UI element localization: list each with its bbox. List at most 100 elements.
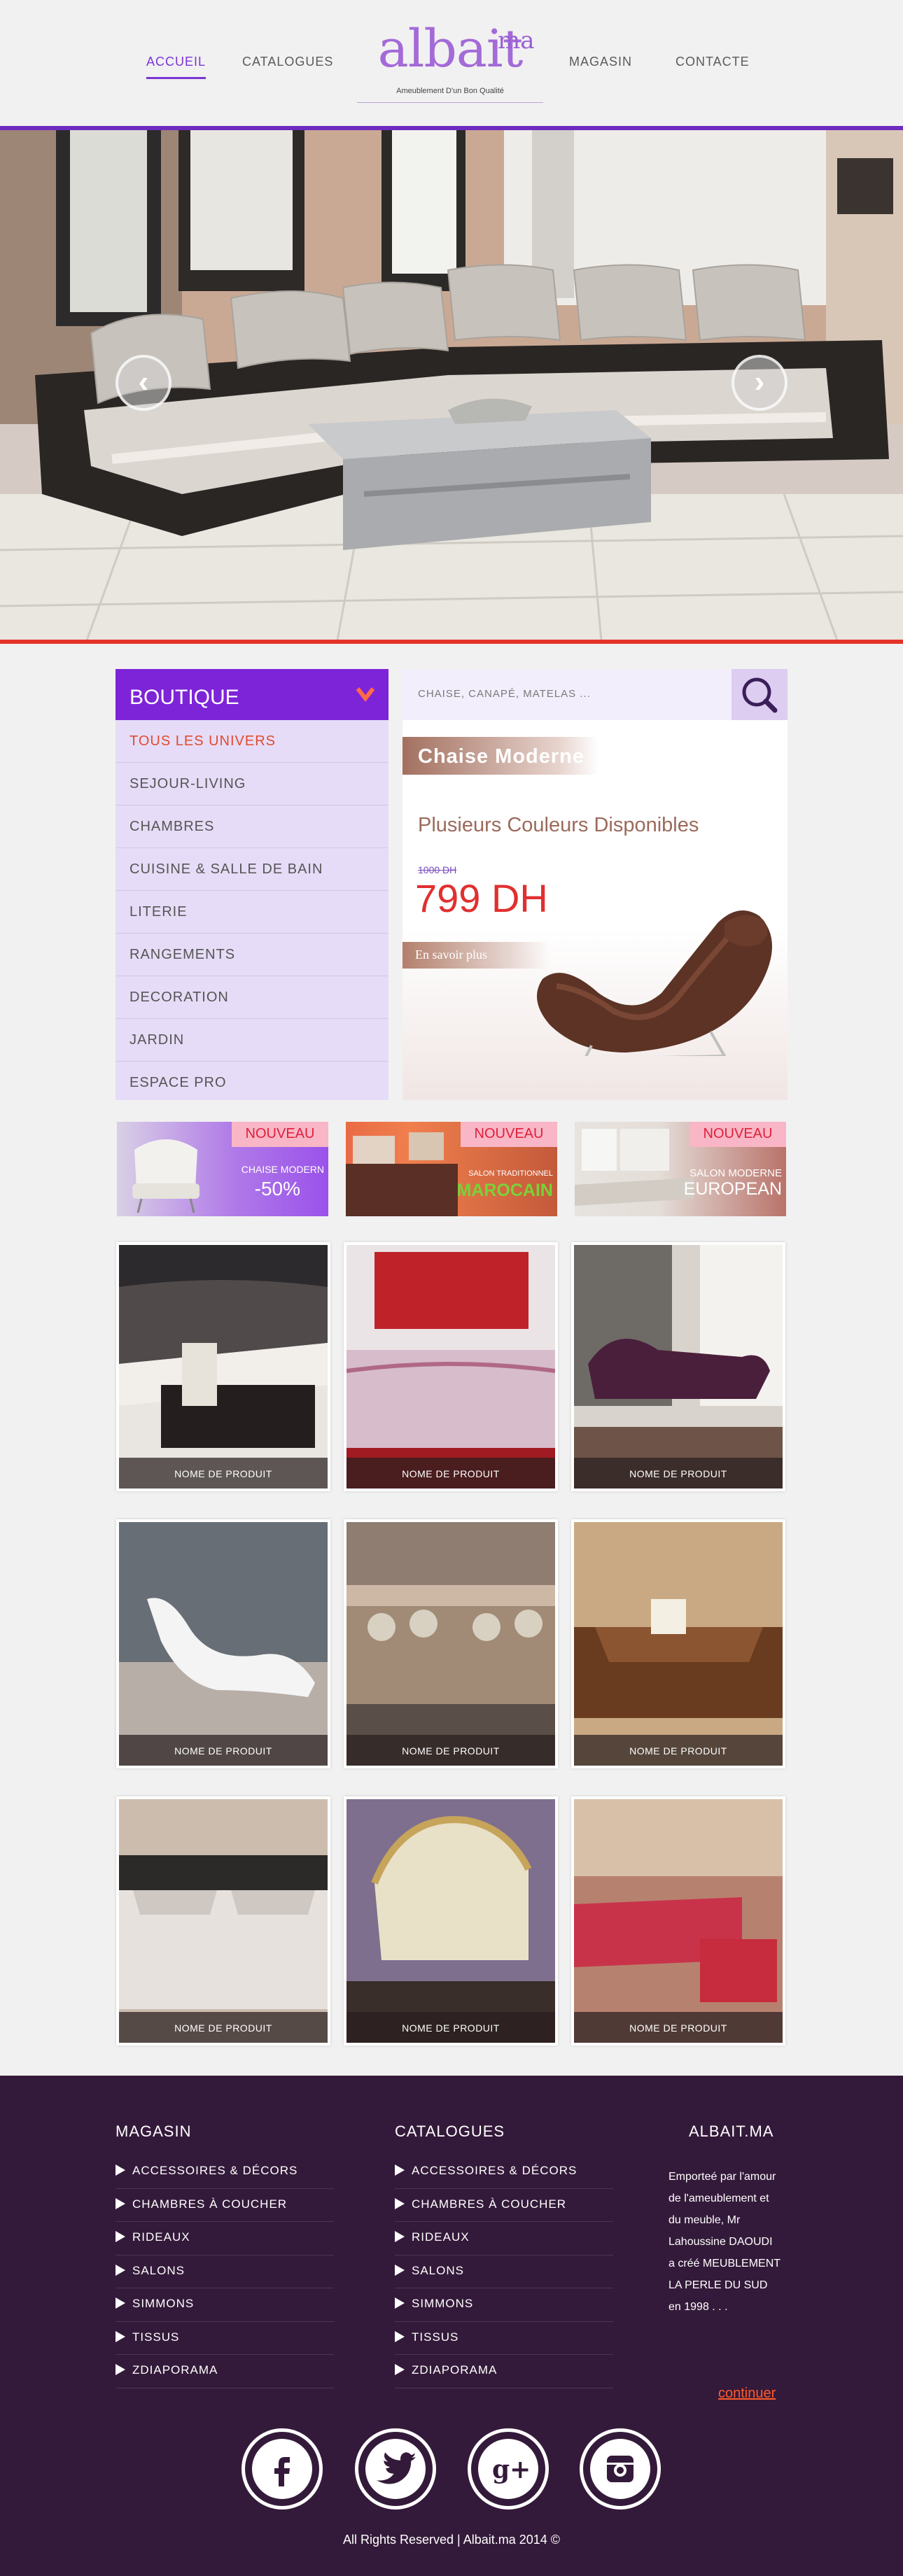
logo-underline bbox=[357, 102, 543, 103]
search-input[interactable]: CHAISE, CANAPÉ, MATELAS ... bbox=[418, 688, 591, 700]
copyright: All Rights Reserved | Albait.ma 2014 © bbox=[342, 2533, 561, 2547]
boutique-item-espace-pro[interactable]: ESPACE PRO bbox=[115, 1062, 388, 1104]
footer-link[interactable]: RIDEAUX bbox=[395, 2222, 613, 2255]
product-name: NOME DE PRODUIT bbox=[574, 1458, 783, 1488]
banner-salon-marocain[interactable]: NOUVEAU SALON TRADITIONNEL MAROCAIN bbox=[346, 1122, 557, 1216]
banner-line1: CHAISE MODERN bbox=[241, 1164, 324, 1175]
arrow-right-icon bbox=[115, 2197, 125, 2209]
hero-slider: ‹ › bbox=[0, 126, 903, 644]
boutique-item-tous-les-univers[interactable]: TOUS LES UNIVERS bbox=[115, 720, 388, 763]
product-image bbox=[574, 1522, 783, 1766]
banner-chaise-modern[interactable]: NOUVEAU CHAISE MODERN -50% bbox=[117, 1122, 328, 1216]
promo-subtitle: Plusieurs Couleurs Disponibles bbox=[418, 814, 699, 836]
arrow-right-icon bbox=[395, 2231, 405, 2242]
product-card[interactable]: NOME DE PRODUIT bbox=[344, 1519, 558, 1768]
continue-link[interactable]: continuer bbox=[718, 2383, 776, 2405]
product-name: NOME DE PRODUIT bbox=[119, 2012, 328, 2043]
nav-contacte[interactable]: CONTACTE bbox=[676, 55, 750, 69]
promo-title: Chaise Moderne bbox=[418, 745, 584, 768]
arrow-right-icon: › bbox=[754, 365, 765, 399]
footer-magasin-title: MAGASIN bbox=[115, 2123, 192, 2140]
product-card[interactable]: NOME DE PRODUIT bbox=[571, 1796, 785, 2046]
product-card[interactable]: NOME DE PRODUIT bbox=[571, 1242, 785, 1491]
boutique-item-jardin[interactable]: JARDIN bbox=[115, 1019, 388, 1062]
new-badge: NOUVEAU bbox=[461, 1122, 557, 1147]
about-text: Emporteé par l'amour de l'ameublement et… bbox=[668, 2171, 780, 2313]
footer-link[interactable]: ZDIAPORAMA bbox=[395, 2355, 613, 2388]
boutique-menu: BOUTIQUE TOUS LES UNIVERS SEJOUR-LIVING … bbox=[115, 669, 388, 1100]
new-badge: NOUVEAU bbox=[690, 1122, 786, 1147]
footer-albait-title: ALBAIT.MA bbox=[689, 2123, 774, 2140]
product-card[interactable]: NOME DE PRODUIT bbox=[571, 1519, 785, 1768]
nav-accueil[interactable]: ACCUEIL bbox=[146, 55, 206, 79]
product-name: NOME DE PRODUIT bbox=[119, 1735, 328, 1766]
instagram-button[interactable] bbox=[580, 2428, 661, 2510]
arrow-right-icon bbox=[395, 2330, 405, 2342]
promo-banner[interactable]: Chaise Moderne Plusieurs Couleurs Dispon… bbox=[402, 720, 788, 1100]
product-image bbox=[574, 1245, 783, 1488]
product-card[interactable]: NOME DE PRODUIT bbox=[344, 1796, 558, 2046]
footer-catalogues-title: CATALOGUES bbox=[395, 2123, 505, 2140]
product-card[interactable]: NOME DE PRODUIT bbox=[116, 1519, 330, 1768]
footer-catalogues-links: ACCESSOIRES & DÉCORS CHAMBRES À COUCHER … bbox=[395, 2155, 613, 2388]
promo-old-price: 1000 DH bbox=[418, 864, 457, 875]
banner-line2: MAROCAIN bbox=[456, 1181, 554, 1200]
boutique-item-cuisine[interactable]: CUISINE & SALLE DE BAIN bbox=[115, 848, 388, 891]
site-logo[interactable]: albait ma Ameublement D'un Bon Qualité bbox=[349, 20, 552, 111]
boutique-header[interactable]: BOUTIQUE bbox=[115, 669, 388, 720]
banner-salon-european[interactable]: NOUVEAU SALON MODERNE EUROPEAN bbox=[575, 1122, 786, 1216]
footer-link[interactable]: CHAMBRES À COUCHER bbox=[395, 2189, 613, 2222]
instagram-icon bbox=[607, 2456, 634, 2482]
product-card[interactable]: NOME DE PRODUIT bbox=[344, 1242, 558, 1491]
product-image bbox=[119, 1522, 328, 1766]
banner-line1: SALON TRADITIONNEL bbox=[468, 1169, 553, 1178]
product-card[interactable]: NOME DE PRODUIT bbox=[116, 1796, 330, 2046]
footer-link[interactable]: SALONS bbox=[395, 2255, 613, 2288]
product-card[interactable]: NOME DE PRODUIT bbox=[116, 1242, 330, 1491]
boutique-item-sejour-living[interactable]: SEJOUR-LIVING bbox=[115, 763, 388, 805]
logo-suffix: ma bbox=[498, 27, 535, 55]
arrow-right-icon bbox=[115, 2364, 125, 2375]
footer-link[interactable]: ACCESSOIRES & DÉCORS bbox=[115, 2155, 334, 2189]
search-button[interactable] bbox=[732, 669, 788, 720]
slider-prev-button[interactable]: ‹ bbox=[115, 355, 172, 411]
banner-line2: EUROPEAN bbox=[683, 1179, 782, 1199]
product-image bbox=[346, 1799, 555, 2043]
boutique-item-decoration[interactable]: DECORATION bbox=[115, 976, 388, 1019]
product-image bbox=[574, 1799, 783, 2043]
twitter-button[interactable] bbox=[355, 2428, 436, 2510]
google-plus-icon: g+ bbox=[492, 2455, 531, 2484]
nav-magasin[interactable]: MAGASIN bbox=[569, 55, 632, 69]
product-image bbox=[119, 1799, 328, 2043]
product-name: NOME DE PRODUIT bbox=[346, 2012, 555, 2043]
arrow-right-icon bbox=[395, 2264, 405, 2276]
footer-link[interactable]: RIDEAUX bbox=[115, 2222, 334, 2255]
footer-link[interactable]: ZDIAPORAMA bbox=[115, 2355, 334, 2388]
product-image bbox=[346, 1245, 555, 1488]
footer-link[interactable]: ACCESSOIRES & DÉCORS bbox=[395, 2155, 613, 2189]
footer-magasin-links: ACCESSOIRES & DÉCORS CHAMBRES À COUCHER … bbox=[115, 2155, 334, 2388]
nav-catalogues[interactable]: CATALOGUES bbox=[242, 55, 333, 69]
boutique-item-chambres[interactable]: CHAMBRES bbox=[115, 805, 388, 848]
boutique-item-literie[interactable]: LITERIE bbox=[115, 891, 388, 934]
footer-link[interactable]: SALONS bbox=[115, 2255, 334, 2288]
arrow-right-icon bbox=[395, 2165, 405, 2176]
footer-link[interactable]: SIMMONS bbox=[115, 2288, 334, 2322]
search-icon bbox=[742, 677, 778, 713]
arrow-right-icon bbox=[115, 2231, 125, 2242]
arrow-right-icon bbox=[115, 2165, 125, 2176]
svg-text:g+: g+ bbox=[492, 2455, 531, 2484]
boutique-title: BOUTIQUE bbox=[130, 686, 239, 709]
footer-link[interactable]: TISSUS bbox=[115, 2322, 334, 2355]
footer-link[interactable]: CHAMBRES À COUCHER bbox=[115, 2189, 334, 2222]
boutique-item-rangements[interactable]: RANGEMENTS bbox=[115, 934, 388, 976]
footer-link[interactable]: TISSUS bbox=[395, 2322, 613, 2355]
product-name: NOME DE PRODUIT bbox=[119, 1458, 328, 1488]
slider-next-button[interactable]: › bbox=[732, 355, 788, 411]
footer-link[interactable]: SIMMONS bbox=[395, 2288, 613, 2322]
chair-image bbox=[132, 1139, 200, 1213]
google-plus-button[interactable]: g+ bbox=[468, 2428, 549, 2510]
facebook-button[interactable] bbox=[241, 2428, 323, 2510]
banner-line1: SALON MODERNE bbox=[690, 1167, 782, 1179]
product-image bbox=[346, 1522, 555, 1766]
